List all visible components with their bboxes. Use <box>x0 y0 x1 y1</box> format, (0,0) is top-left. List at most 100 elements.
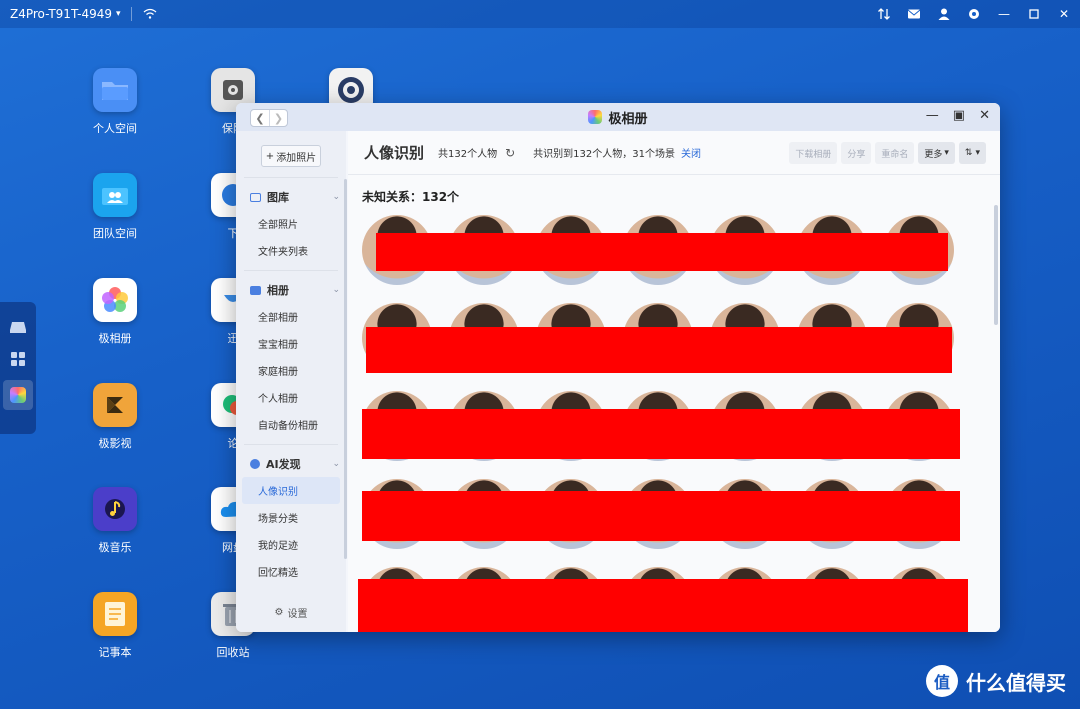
sidebar-item-all-photos[interactable]: 全部照片 <box>236 210 346 237</box>
plus-icon: + <box>265 150 275 162</box>
desktop-icon-team-space[interactable]: 团队空间 <box>70 173 160 241</box>
chevron-down-icon: ⌄ <box>332 192 340 202</box>
ai-icon <box>250 459 260 469</box>
more-button[interactable]: 更多 ▾ <box>918 142 955 164</box>
sidebar-section-albums[interactable]: 相册 ⌄ <box>236 277 346 303</box>
main-content: 人像识别 共132个人物 ↻ 共识别到132个人物，31个场景 关闭 下载相册 … <box>348 131 1000 632</box>
download-album-button[interactable]: 下载相册 <box>789 142 838 164</box>
main-scrollbar[interactable] <box>994 205 998 325</box>
desktop-icon-label: 极相册 <box>98 332 132 345</box>
close-link[interactable]: 关闭 <box>681 145 701 160</box>
minimize-icon[interactable]: — <box>926 108 939 123</box>
photos-app-icon <box>588 110 603 124</box>
sidebar-item-family-album[interactable]: 家庭相册 <box>236 357 346 384</box>
recognition-status: 共识别到132个人物，31个场景 <box>533 149 675 160</box>
sidebar-item-memories[interactable]: 回忆精选 <box>236 558 346 585</box>
back-icon[interactable]: ❮ <box>251 110 269 126</box>
device-selector[interactable]: Z4Pro-T91T-4949 ▾ <box>10 7 121 21</box>
maximize-icon[interactable] <box>1026 6 1042 22</box>
photos-app-window: ❮ ❯ 极相册 — ▣ ✕ + 添加照片 图库 ⌄ 全部照片 文件夹列表 相册 <box>236 103 1000 632</box>
section-title: 未知关系：132个 <box>362 190 460 204</box>
photos-icon <box>93 278 137 322</box>
mail-icon[interactable] <box>906 6 922 22</box>
device-name: Z4Pro-T91T-4949 <box>10 7 113 21</box>
sidebar-item-face-recognition[interactable]: 人像识别 <box>242 477 340 504</box>
sidebar-item-baby-album[interactable]: 宝宝相册 <box>236 330 346 357</box>
desktop-icon-notes[interactable]: 记事本 <box>70 592 160 660</box>
team-folder-icon <box>93 173 137 217</box>
sort-button[interactable]: ⇅ ▾ <box>958 142 986 164</box>
toolbar: 下载相册 分享 重命名 更多 ▾ ⇅ ▾ <box>789 142 986 164</box>
notes-icon <box>93 592 137 636</box>
user-icon[interactable] <box>936 6 952 22</box>
more-label: 更多 <box>924 149 943 160</box>
desktop-icon-personal-space[interactable]: 个人空间 <box>70 68 160 136</box>
sidebar-item-scene-classification[interactable]: 场景分类 <box>236 504 346 531</box>
chevron-down-icon: ▾ <box>116 9 121 19</box>
close-icon[interactable]: ✕ <box>1056 6 1072 22</box>
page-title: 人像识别 <box>364 144 425 162</box>
settings-label: 设置 <box>287 609 308 620</box>
redaction-bar <box>362 409 960 459</box>
sidebar-item-personal-album[interactable]: 个人相册 <box>236 384 346 411</box>
chevron-down-icon: ▾ <box>944 148 949 158</box>
divider <box>244 270 338 271</box>
settings-button[interactable]: ⚙ 设置 <box>236 605 346 620</box>
chevron-down-icon: ⌄ <box>332 285 340 295</box>
window-title-bar[interactable]: ❮ ❯ 极相册 — ▣ ✕ <box>236 103 1000 131</box>
transfer-icon[interactable] <box>876 6 892 22</box>
divider <box>130 7 132 21</box>
gear-icon[interactable] <box>966 6 982 22</box>
watermark-text: 什么值得买 <box>966 670 1066 695</box>
minimize-icon[interactable]: — <box>996 6 1012 22</box>
system-top-bar: Z4Pro-T91T-4949 ▾ — ✕ <box>0 0 1080 28</box>
face-row <box>362 215 962 285</box>
desktop-icon-music[interactable]: 极音乐 <box>70 487 160 555</box>
sidebar-item-auto-backup-album[interactable]: 自动备份相册 <box>236 411 346 438</box>
divider <box>244 177 338 178</box>
sidebar-section-label: AI发现 <box>266 458 301 471</box>
person-count: 共132个人物 <box>438 149 498 160</box>
desktop-icon-label: 团队空间 <box>93 227 137 240</box>
maximize-icon[interactable]: ▣ <box>953 108 965 123</box>
face-row <box>358 567 968 632</box>
add-photo-label: 添加照片 <box>276 152 317 164</box>
sidebar-section-label: 相册 <box>267 284 289 297</box>
sidebar-item-folder-list[interactable]: 文件夹列表 <box>236 237 346 264</box>
sidebar: + 添加照片 图库 ⌄ 全部照片 文件夹列表 相册 ⌄ 全部相册 宝宝相册 家庭… <box>236 131 346 632</box>
sidebar-item-my-footprints[interactable]: 我的足迹 <box>236 531 346 558</box>
forward-icon[interactable]: ❯ <box>269 110 287 126</box>
share-button[interactable]: 分享 <box>841 142 872 164</box>
rename-button[interactable]: 重命名 <box>875 142 915 164</box>
gallery-icon <box>250 192 261 202</box>
sidebar-section-ai[interactable]: AI发现 ⌄ <box>236 451 346 477</box>
desktop-icon-video[interactable]: 极影视 <box>70 383 160 451</box>
wifi-icon[interactable] <box>142 6 158 22</box>
main-header: 人像识别 共132个人物 ↻ 共识别到132个人物，31个场景 关闭 下载相册 … <box>348 131 1000 175</box>
window-title: 极相册 <box>588 108 648 127</box>
window-title-text: 极相册 <box>608 111 648 127</box>
close-icon[interactable]: ✕ <box>979 108 990 123</box>
drive-icon[interactable] <box>7 316 29 338</box>
watermark-logo-icon: 值 <box>926 665 958 697</box>
apps-grid-icon[interactable] <box>7 348 29 370</box>
chevron-down-icon: ▾ <box>975 148 980 158</box>
chevron-down-icon: ⌄ <box>332 459 340 469</box>
desktop-icon-photos[interactable]: 极相册 <box>70 278 160 346</box>
nav-arrows: ❮ ❯ <box>250 109 288 127</box>
add-photo-button[interactable]: + 添加照片 <box>261 145 321 167</box>
music-icon <box>93 487 137 531</box>
sidebar-item-all-albums[interactable]: 全部相册 <box>236 303 346 330</box>
photos-app-dock-icon[interactable] <box>3 380 33 410</box>
video-icon <box>93 383 137 427</box>
sidebar-section-gallery[interactable]: 图库 ⌄ <box>236 184 346 210</box>
face-row <box>362 391 962 461</box>
left-dock <box>0 302 36 434</box>
sort-icon: ⇅ <box>964 148 973 158</box>
redaction-bar <box>362 491 960 541</box>
desktop-icon-label: 记事本 <box>98 646 132 659</box>
sidebar-scrollbar[interactable] <box>344 179 347 559</box>
window-controls: — ▣ ✕ <box>926 108 990 123</box>
desktop-icon-label: 个人空间 <box>93 122 137 135</box>
refresh-icon[interactable]: ↻ <box>505 146 515 160</box>
